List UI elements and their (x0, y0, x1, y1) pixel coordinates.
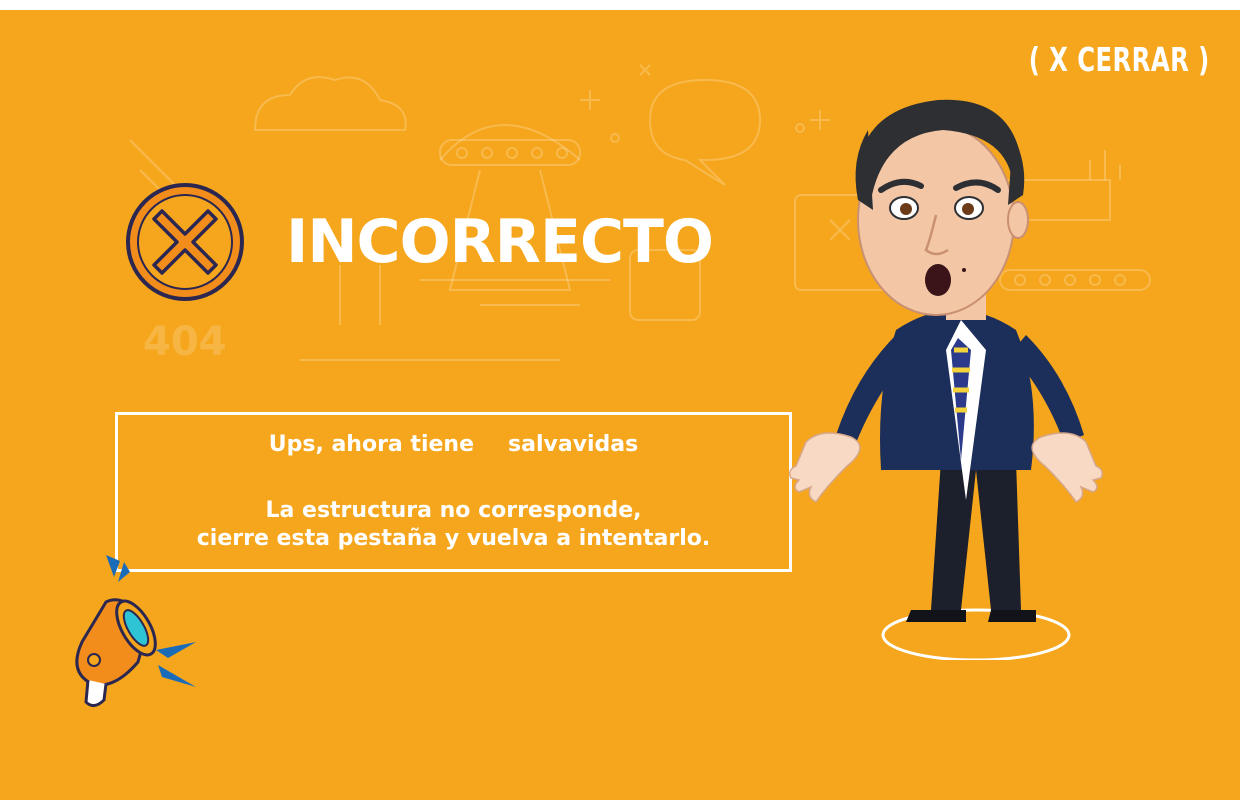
error-message-line-2: cierre esta pestaña y vuelva a intentarl… (196, 526, 711, 551)
lives-message-suffix: salvavidas (508, 432, 639, 457)
megaphone-icon (75, 555, 196, 707)
background-404-label: 404 (143, 319, 227, 365)
message-box: Ups, ahora tiene salvavidas La estructura… (115, 412, 792, 572)
incorrect-answer-screen: 404 ( X CERRAR ) INCORRECTO Ups, ahora t… (0, 10, 1240, 800)
close-button[interactable]: ( X CERRAR ) (1029, 40, 1210, 79)
page-title: INCORRECTO (286, 207, 714, 277)
lives-message: Ups, ahora tiene salvavidas (118, 431, 789, 459)
close-x-icon (126, 183, 244, 301)
error-message-line-1: La estructura no corresponde, (265, 498, 642, 523)
shrugging-man-character (789, 99, 1103, 660)
lives-message-prefix: Ups, ahora tiene (268, 432, 474, 457)
